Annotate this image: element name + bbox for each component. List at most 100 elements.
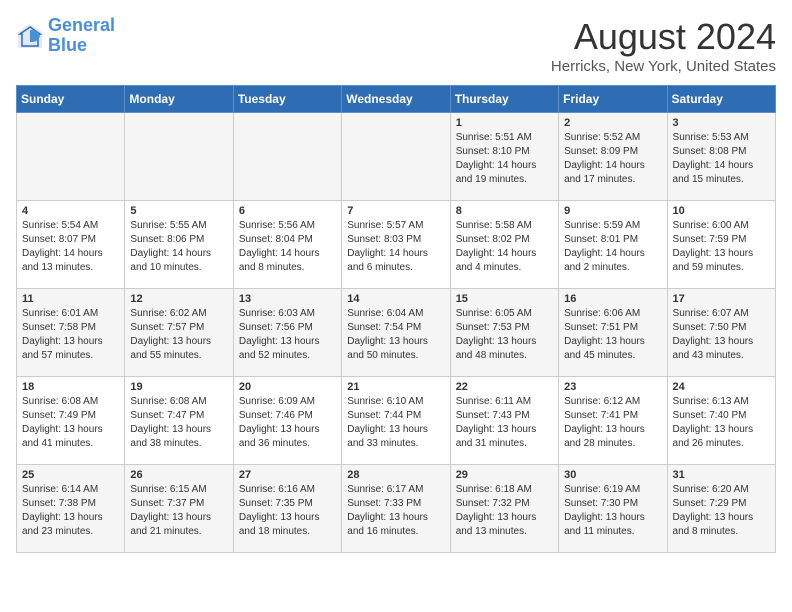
day-number: 2 xyxy=(564,117,661,129)
day-info: Sunrise: 6:13 AM Sunset: 7:40 PM Dayligh… xyxy=(673,395,770,451)
calendar-cell: 17 Sunrise: 6:07 AM Sunset: 7:50 PM Dayli… xyxy=(667,289,775,377)
calendar-cell: 14 Sunrise: 6:04 AM Sunset: 7:54 PM Dayli… xyxy=(342,289,450,377)
calendar-cell: 18 Sunrise: 6:08 AM Sunset: 7:49 PM Dayli… xyxy=(17,377,125,465)
calendar-cell: 23 Sunrise: 6:12 AM Sunset: 7:41 PM Dayli… xyxy=(559,377,667,465)
day-info: Sunrise: 5:57 AM Sunset: 8:03 PM Dayligh… xyxy=(347,219,444,275)
day-info: Sunrise: 6:09 AM Sunset: 7:46 PM Dayligh… xyxy=(239,395,336,451)
day-number: 16 xyxy=(564,293,661,305)
calendar-cell: 11Sunrise: 6:01 AM Sunset: 7:58 PM Dayli… xyxy=(17,289,125,377)
calendar-title: August 2024 xyxy=(551,16,776,58)
calendar-cell: 26Sunrise: 6:15 AM Sunset: 7:37 PM Dayli… xyxy=(125,465,233,553)
calendar-cell: 28Sunrise: 6:17 AM Sunset: 7:33 PM Dayli… xyxy=(342,465,450,553)
day-number: 5 xyxy=(130,205,227,217)
day-number: 28 xyxy=(347,469,444,481)
day-info: Sunrise: 6:19 AM Sunset: 7:30 PM Dayligh… xyxy=(564,483,661,539)
day-number: 22 xyxy=(456,381,553,393)
day-number: 20 xyxy=(239,381,336,393)
day-number: 14 xyxy=(347,293,444,305)
calendar-cell: 1 Sunrise: 5:51 AM Sunset: 8:10 PM Daylig… xyxy=(450,113,558,201)
calendar-cell: 20 Sunrise: 6:09 AM Sunset: 7:46 PM Dayli… xyxy=(233,377,341,465)
weekday-header: Monday xyxy=(125,86,233,113)
day-info: Sunrise: 5:55 AM Sunset: 8:06 PM Dayligh… xyxy=(130,219,227,275)
weekday-header: Saturday xyxy=(667,86,775,113)
day-number: 18 xyxy=(22,381,119,393)
day-number: 6 xyxy=(239,205,336,217)
day-number: 8 xyxy=(456,205,553,217)
day-number: 10 xyxy=(673,205,770,217)
calendar-cell: 9 Sunrise: 5:59 AM Sunset: 8:01 PM Daylig… xyxy=(559,201,667,289)
calendar-cell: 27 Sunrise: 6:16 AM Sunset: 7:35 PM Dayli… xyxy=(233,465,341,553)
day-info: Sunrise: 5:51 AM Sunset: 8:10 PM Dayligh… xyxy=(456,131,553,187)
weekday-header: Tuesday xyxy=(233,86,341,113)
weekday-header: Sunday xyxy=(17,86,125,113)
day-number: 1 xyxy=(456,117,553,129)
calendar-cell: 25 Sunrise: 6:14 AM Sunset: 7:38 PM Dayli… xyxy=(17,465,125,553)
calendar-cell: 8Sunrise: 5:58 AM Sunset: 8:02 PM Daylig… xyxy=(450,201,558,289)
day-info: Sunrise: 6:12 AM Sunset: 7:41 PM Dayligh… xyxy=(564,395,661,451)
day-info: Sunrise: 6:03 AM Sunset: 7:56 PM Dayligh… xyxy=(239,307,336,363)
calendar-header: SundayMondayTuesdayWednesdayThursdayFrid… xyxy=(17,86,776,113)
calendar-cell: 6 Sunrise: 5:56 AM Sunset: 8:04 PM Daylig… xyxy=(233,201,341,289)
day-info: Sunrise: 6:10 AM Sunset: 7:44 PM Dayligh… xyxy=(347,395,444,451)
logo-text: General Blue xyxy=(48,16,115,56)
day-info: Sunrise: 6:08 AM Sunset: 7:49 PM Dayligh… xyxy=(22,395,119,451)
day-info: Sunrise: 5:52 AM Sunset: 8:09 PM Dayligh… xyxy=(564,131,661,187)
logo: General Blue xyxy=(16,16,115,56)
day-number: 17 xyxy=(673,293,770,305)
calendar-cell: 19Sunrise: 6:08 AM Sunset: 7:47 PM Dayli… xyxy=(125,377,233,465)
day-number: 23 xyxy=(564,381,661,393)
day-info: Sunrise: 6:07 AM Sunset: 7:50 PM Dayligh… xyxy=(673,307,770,363)
day-number: 29 xyxy=(456,469,553,481)
calendar-cell xyxy=(17,113,125,201)
day-info: Sunrise: 5:59 AM Sunset: 8:01 PM Dayligh… xyxy=(564,219,661,275)
calendar-cell: 5 Sunrise: 5:55 AM Sunset: 8:06 PM Daylig… xyxy=(125,201,233,289)
calendar-cell: 29 Sunrise: 6:18 AM Sunset: 7:32 PM Dayli… xyxy=(450,465,558,553)
calendar-cell: 31Sunrise: 6:20 AM Sunset: 7:29 PM Dayli… xyxy=(667,465,775,553)
day-number: 7 xyxy=(347,205,444,217)
calendar-table: SundayMondayTuesdayWednesdayThursdayFrid… xyxy=(16,85,776,553)
day-info: Sunrise: 6:00 AM Sunset: 7:59 PM Dayligh… xyxy=(673,219,770,275)
calendar-cell: 10 Sunrise: 6:00 AM Sunset: 7:59 PM Dayli… xyxy=(667,201,775,289)
day-info: Sunrise: 6:18 AM Sunset: 7:32 PM Dayligh… xyxy=(456,483,553,539)
day-number: 12 xyxy=(130,293,227,305)
day-number: 30 xyxy=(564,469,661,481)
weekday-header: Wednesday xyxy=(342,86,450,113)
calendar-subtitle: Herricks, New York, United States xyxy=(551,58,776,75)
day-info: Sunrise: 6:15 AM Sunset: 7:37 PM Dayligh… xyxy=(130,483,227,539)
calendar-cell: 2 Sunrise: 5:52 AM Sunset: 8:09 PM Daylig… xyxy=(559,113,667,201)
calendar-cell xyxy=(233,113,341,201)
day-number: 19 xyxy=(130,381,227,393)
calendar-cell: 16 Sunrise: 6:06 AM Sunset: 7:51 PM Dayli… xyxy=(559,289,667,377)
calendar-cell: 13Sunrise: 6:03 AM Sunset: 7:56 PM Dayli… xyxy=(233,289,341,377)
weekday-header: Friday xyxy=(559,86,667,113)
page-header: General Blue August 2024 Herricks, New Y… xyxy=(16,16,776,75)
day-info: Sunrise: 5:54 AM Sunset: 8:07 PM Dayligh… xyxy=(22,219,119,275)
calendar-cell: 4 Sunrise: 5:54 AM Sunset: 8:07 PM Daylig… xyxy=(17,201,125,289)
day-info: Sunrise: 6:06 AM Sunset: 7:51 PM Dayligh… xyxy=(564,307,661,363)
day-number: 15 xyxy=(456,293,553,305)
logo-icon xyxy=(16,22,44,50)
day-number: 25 xyxy=(22,469,119,481)
day-number: 4 xyxy=(22,205,119,217)
day-info: Sunrise: 5:56 AM Sunset: 8:04 PM Dayligh… xyxy=(239,219,336,275)
day-number: 27 xyxy=(239,469,336,481)
day-info: Sunrise: 6:05 AM Sunset: 7:53 PM Dayligh… xyxy=(456,307,553,363)
calendar-cell: 7 Sunrise: 5:57 AM Sunset: 8:03 PM Daylig… xyxy=(342,201,450,289)
day-info: Sunrise: 6:14 AM Sunset: 7:38 PM Dayligh… xyxy=(22,483,119,539)
day-info: Sunrise: 6:01 AM Sunset: 7:58 PM Dayligh… xyxy=(22,307,119,363)
day-info: Sunrise: 6:02 AM Sunset: 7:57 PM Dayligh… xyxy=(130,307,227,363)
day-info: Sunrise: 6:20 AM Sunset: 7:29 PM Dayligh… xyxy=(673,483,770,539)
calendar-cell: 21 Sunrise: 6:10 AM Sunset: 7:44 PM Dayli… xyxy=(342,377,450,465)
day-info: Sunrise: 6:11 AM Sunset: 7:43 PM Dayligh… xyxy=(456,395,553,451)
calendar-cell xyxy=(342,113,450,201)
day-number: 21 xyxy=(347,381,444,393)
day-number: 9 xyxy=(564,205,661,217)
calendar-cell: 24 Sunrise: 6:13 AM Sunset: 7:40 PM Dayli… xyxy=(667,377,775,465)
calendar-cell: 12 Sunrise: 6:02 AM Sunset: 7:57 PM Dayli… xyxy=(125,289,233,377)
calendar-cell: 3Sunrise: 5:53 AM Sunset: 8:08 PM Daylig… xyxy=(667,113,775,201)
title-area: August 2024 Herricks, New York, United S… xyxy=(551,16,776,75)
day-info: Sunrise: 5:53 AM Sunset: 8:08 PM Dayligh… xyxy=(673,131,770,187)
day-info: Sunrise: 6:16 AM Sunset: 7:35 PM Dayligh… xyxy=(239,483,336,539)
day-info: Sunrise: 6:04 AM Sunset: 7:54 PM Dayligh… xyxy=(347,307,444,363)
day-number: 24 xyxy=(673,381,770,393)
